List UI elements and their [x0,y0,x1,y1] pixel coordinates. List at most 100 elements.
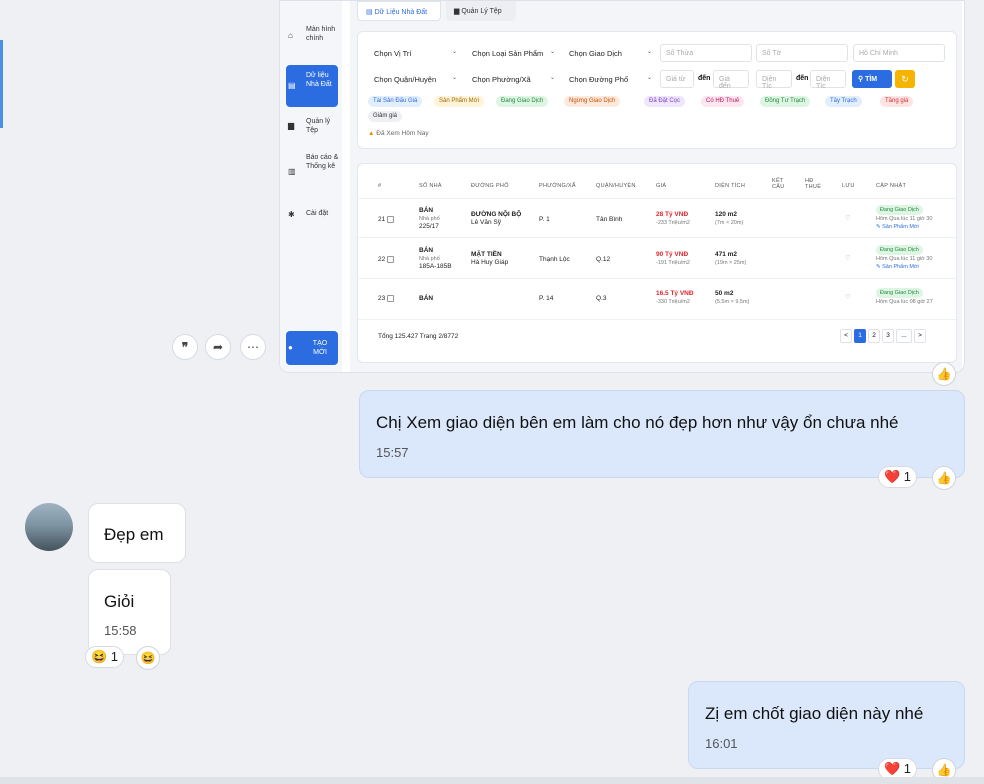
heart-icon[interactable]: ♡ [845,215,851,223]
area-from-input[interactable]: Diện Tíc [756,70,792,90]
page-1[interactable]: 1 [854,329,866,343]
sidebar-item-label: Quản lý Tệp [306,118,331,134]
message-outgoing[interactable]: Zị em chốt giao diện này nhé 16:01 [688,681,965,769]
city-input[interactable]: Hồ Chí Minh [853,44,945,62]
home-icon: ⌂ [288,31,293,40]
property-table: # SỐ NHÀ ĐƯỜNG PHỐ PHƯỜNG/XÃ QUẬN/HUYỆN … [357,163,958,363]
database-icon: ▤ [288,81,296,90]
chip-west[interactable]: Tây Trạch [825,96,862,107]
sidebar-item-label: Màn hình chính [306,26,336,42]
message-incoming[interactable]: Đẹp em [88,503,186,563]
page-next[interactable]: > [914,329,926,343]
thumbs-up-icon[interactable]: 👍 [932,362,956,386]
table-row[interactable]: 21 BÁN Nhà phố 225/17 ĐƯỜNG NỘI BỘ Lê Văn S… [358,198,958,238]
message-outgoing[interactable]: Chị Xem giao diện bên em làm cho nó đẹp … [359,390,965,478]
col-header: LƯU [842,183,855,189]
chip-new-product[interactable]: Sản Phẩm Mới [434,96,484,107]
sidebar-item-settings[interactable]: ✱ Cài đặt [286,209,338,221]
message-time: 15:57 [376,445,409,460]
row-checkbox[interactable] [387,256,395,263]
more-icon[interactable]: ⋯ [240,334,266,360]
location-select[interactable]: Chọn Vị Trí ⌄ [368,44,462,62]
price-to-input[interactable]: Giá đến [713,70,749,90]
message-text: Chị Xem giao diện bên em làm cho nó đẹp … [376,413,899,432]
sidebar-item-label: Dữ liệu Nhà Đất [306,72,332,88]
price-from-input[interactable]: Giá từ [660,70,694,88]
table-row[interactable]: 23 BÁN P. 14 Q.3 16.5 Tỷ VNĐ -330 Triệu/m… [358,280,958,320]
chevron-down-icon: ⌄ [451,49,457,55]
row-checkbox[interactable] [387,295,395,302]
database-icon: ▤ [366,9,375,16]
message-time: 15:58 [104,623,137,638]
sidebar-item-reports[interactable]: ▥ Báo cáo & Thống kê [286,153,338,193]
col-header: SỐ NHÀ [419,183,442,189]
area-to-input[interactable]: Diện Tíc [810,70,846,90]
row-number: 21 [378,216,386,224]
laugh-reaction[interactable]: 😆 1 [85,646,125,668]
col-header: ĐƯỜNG PHỐ [471,183,509,189]
quote-icon[interactable]: ❞ [172,334,198,360]
chip-price-down[interactable]: Giảm giá [368,111,403,122]
table-row[interactable]: 22 BÁN Nhà phố 185A-185B MẶT TIỀN Hà Huy Gi… [358,239,958,279]
avatar[interactable] [25,503,73,551]
thumbs-up-icon[interactable]: 👍 [932,466,956,490]
chip-trading[interactable]: Đang Giao Dịch [496,96,549,107]
street-name: Hà Huy Giáp [471,259,509,266]
tab-label: Dữ Liệu Nhà Đất [374,9,428,16]
page-2[interactable]: 2 [868,329,880,343]
transaction-select[interactable]: Chọn Giao Dịch ⌄ [563,44,657,62]
chip-price-up[interactable]: Tăng giá [880,96,914,107]
district-select[interactable]: Chọn Quận/Huyện ⌄ [368,70,462,88]
chart-icon: ▥ [288,167,296,176]
refresh-button[interactable]: ↻ [895,70,915,88]
heart-icon[interactable]: ♡ [845,294,851,302]
district: Q.12 [596,256,611,263]
property-kind: Nhà phố [419,256,440,262]
chevron-down-icon: ⌄ [451,75,457,81]
message-time: 16:01 [705,736,738,751]
chevron-down-icon: ⌄ [549,49,555,55]
product-type-select[interactable]: Chọn Loại Sản Phẩm ⌄ [466,44,560,62]
price: 28 Tỷ VNĐ [656,211,689,218]
chip-stopped[interactable]: Ngừng Giao Dịch [564,96,621,107]
new-product-tag: ✎ Sản Phẩm Mới [876,224,919,230]
updated-time: Hôm Qua lúc 08 giờ 27 [876,299,933,305]
select-value: Chọn Vị Trí [374,49,412,58]
chip-auction[interactable]: Tài Sản Đấu Giá [368,96,423,107]
page-ellipsis[interactable]: ... [896,329,912,343]
lot-number-input[interactable]: Số Thửa [660,44,752,62]
create-new-button[interactable]: ● TẠO MỚI [286,331,338,365]
ward: P. 14 [539,295,554,302]
row-checkbox[interactable] [387,216,395,223]
chip-deposited[interactable]: Đã Đặt Cọc [644,96,686,107]
range-separator: đến [796,75,809,82]
laugh-icon[interactable]: 😆 [136,646,160,670]
chip-lease[interactable]: Có HĐ Thuê [701,96,745,107]
row-number: 23 [378,295,386,303]
sidebar-item-data[interactable]: ▤ Dữ liệu Nhà Đất [286,65,338,107]
sheet-number-input[interactable]: Số Tờ [756,44,848,62]
shared-screenshot[interactable]: ⌂ Màn hình chính ▤ Dữ liệu Nhà Đất ▆ Quả… [279,0,965,373]
chip-east[interactable]: Đồng Tư Trạch [760,96,811,107]
seen-today-label[interactable]: ▲ Đã Xem Hôm Nay [368,130,429,137]
ward-select[interactable]: Chọn Phường/Xã ⌄ [466,70,560,88]
page-3[interactable]: 3 [882,329,894,343]
col-header: HĐ THUÊ [805,178,822,190]
heart-icon[interactable]: ♡ [845,255,851,263]
heart-reaction[interactable]: ❤️ 1 [878,466,918,488]
search-button[interactable]: ⚲ TÌM [852,70,892,88]
tab-data[interactable]: ▤ Dữ Liệu Nhà Đất [357,1,441,21]
street-select[interactable]: Chọn Đường Phố ⌄ [563,70,657,88]
area: 50 m2 [715,290,734,297]
sidebar-item-files[interactable]: ▆ Quản lý Tệp [286,117,338,141]
page-prev[interactable]: < [840,329,852,343]
refresh-icon: ↻ [901,74,909,84]
message-incoming[interactable]: Giỏi 15:58 [88,569,171,655]
select-value: Chọn Quận/Huyện [374,75,437,84]
status-badge: Đang Giao Dịch [876,245,923,255]
tab-files[interactable]: ▆ Quản Lý Tệp [446,1,516,21]
listing-type: BÁN [419,247,434,254]
sidebar-item-home[interactable]: ⌂ Màn hình chính [286,25,338,59]
seen-text: Đã Xem Hôm Nay [376,130,429,137]
share-icon[interactable]: ➦ [205,334,231,360]
